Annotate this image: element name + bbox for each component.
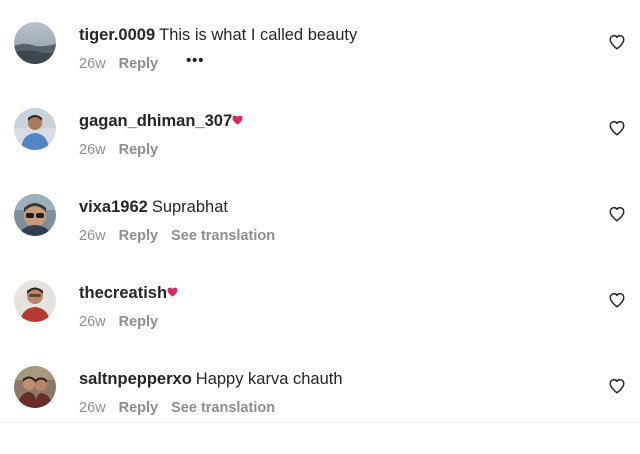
comment-username[interactable]: tiger.0009 — [79, 26, 155, 44]
comment-time[interactable]: 26w — [79, 400, 106, 416]
comment-item: saltnpepperxo Happy karva chauth 26w Repl… — [0, 366, 640, 454]
like-button[interactable] — [608, 33, 626, 51]
avatar[interactable] — [14, 194, 56, 236]
comment-item: thecreatish 26w Reply — [0, 280, 640, 368]
heart-emoji-icon — [167, 287, 178, 297]
comment-time[interactable]: 26w — [79, 228, 106, 244]
heart-outline-icon — [609, 292, 625, 308]
landscape-avatar-image — [14, 22, 56, 64]
red-heart-emoji — [167, 281, 178, 303]
comment-username[interactable]: thecreatish — [79, 284, 167, 302]
comment-meta: 26w Reply See translation — [79, 400, 275, 416]
see-translation-link[interactable]: See translation — [171, 228, 275, 244]
divider — [0, 422, 640, 423]
heart-outline-icon — [609, 120, 625, 136]
comment-text: Happy karva chauth — [195, 370, 343, 388]
heart-outline-icon — [609, 206, 625, 222]
couple-avatar-image — [14, 366, 56, 408]
comment-text: This is what I called beauty — [159, 26, 358, 44]
avatar[interactable] — [14, 22, 56, 64]
comment-meta: 26w Reply ••• — [79, 53, 204, 72]
comment-line: saltnpepperxo Happy karva chauth — [79, 368, 343, 390]
reply-button[interactable]: Reply — [119, 228, 159, 244]
comment-item: vixa1962 Suprabhat 26w Reply See translat… — [0, 194, 640, 282]
reply-button[interactable]: Reply — [119, 314, 159, 330]
comment-line: vixa1962 Suprabhat — [79, 196, 228, 218]
reply-button[interactable]: Reply — [119, 142, 159, 158]
reply-button[interactable]: Reply — [119, 56, 159, 72]
like-button[interactable] — [608, 119, 626, 137]
like-button[interactable] — [608, 205, 626, 223]
sunglasses-avatar-image — [14, 194, 56, 236]
reply-button[interactable]: Reply — [119, 400, 159, 416]
comment-time[interactable]: 26w — [79, 56, 106, 72]
comment-time[interactable]: 26w — [79, 142, 106, 158]
comment-line: gagan_dhiman_307 — [79, 110, 243, 132]
man-avatar-image — [14, 280, 56, 322]
more-options-icon[interactable]: ••• — [186, 53, 204, 69]
comment-time[interactable]: 26w — [79, 314, 106, 330]
like-button[interactable] — [608, 377, 626, 395]
heart-outline-icon — [609, 34, 625, 50]
comment-item: gagan_dhiman_307 26w Reply — [0, 108, 640, 196]
comment-line: tiger.0009 This is what I called beauty — [79, 24, 357, 46]
heart-outline-icon — [609, 378, 625, 394]
comment-username[interactable]: saltnpepperxo — [79, 370, 192, 388]
comment-text: Suprabhat — [151, 198, 228, 216]
avatar[interactable] — [14, 108, 56, 150]
comment-meta: 26w Reply See translation — [79, 228, 275, 244]
man-avatar-image — [14, 108, 56, 150]
like-button[interactable] — [608, 291, 626, 309]
comment-username[interactable]: vixa1962 — [79, 198, 148, 216]
comment-line: thecreatish — [79, 282, 178, 304]
avatar[interactable] — [14, 366, 56, 408]
comment-meta: 26w Reply — [79, 314, 171, 330]
heart-emoji-icon — [232, 115, 243, 125]
comment-username[interactable]: gagan_dhiman_307 — [79, 112, 232, 130]
comment-item: tiger.0009 This is what I called beauty 2… — [0, 22, 640, 110]
see-translation-link[interactable]: See translation — [171, 400, 275, 416]
avatar[interactable] — [14, 280, 56, 322]
comments-list: tiger.0009 This is what I called beauty 2… — [0, 0, 640, 428]
red-heart-emoji — [232, 109, 243, 131]
comment-meta: 26w Reply — [79, 142, 171, 158]
